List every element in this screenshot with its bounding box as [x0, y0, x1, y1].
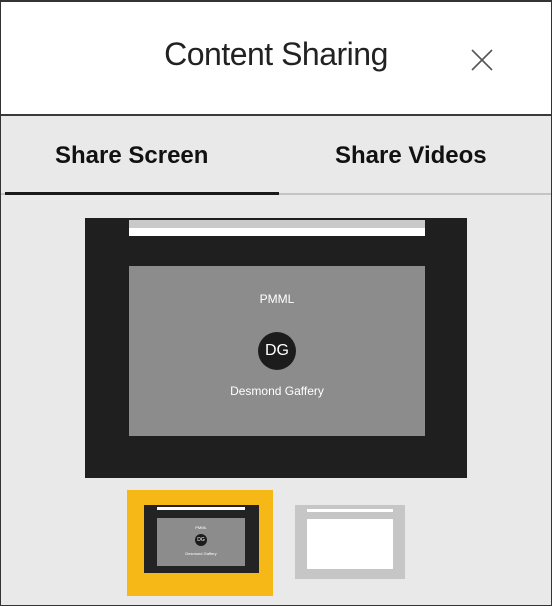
content-sharing-panel: Content Sharing Share Screen Share Video…	[0, 0, 552, 606]
avatar: DG	[258, 332, 296, 370]
preview-screen: PMML DG Desmond Gaffery	[129, 266, 425, 436]
close-button[interactable]	[468, 46, 496, 74]
tab-share-screen[interactable]: Share Screen	[55, 142, 208, 170]
thumbnail-screen: PMML DG Desmond Gaffery	[157, 518, 245, 566]
screen-thumbnail[interactable]	[295, 505, 405, 579]
preview-topbar	[129, 220, 425, 228]
participant-name: Desmond Gaffery	[230, 384, 324, 398]
tab-bar: Share Screen Share Videos	[1, 116, 551, 196]
active-tab-indicator	[5, 192, 279, 195]
thumbnail-meeting-name: PMML	[195, 525, 207, 530]
panel-header: Content Sharing	[1, 2, 551, 116]
preview-topbar-strip	[129, 228, 425, 236]
thumbnail-screen	[307, 519, 393, 569]
close-icon	[471, 49, 493, 71]
screen-thumbnail-selected[interactable]: PMML DG Desmond Gaffery	[127, 490, 273, 596]
meeting-name: PMML	[259, 292, 295, 306]
thumbnail-topbar	[307, 509, 393, 512]
thumbnail-participant-name: Desmond Gaffery	[185, 551, 217, 556]
thumbnail-avatar: DG	[195, 534, 207, 546]
screen-preview: PMML DG Desmond Gaffery	[85, 218, 467, 478]
thumbnail-topbar	[157, 507, 245, 510]
tab-share-videos[interactable]: Share Videos	[335, 142, 487, 170]
